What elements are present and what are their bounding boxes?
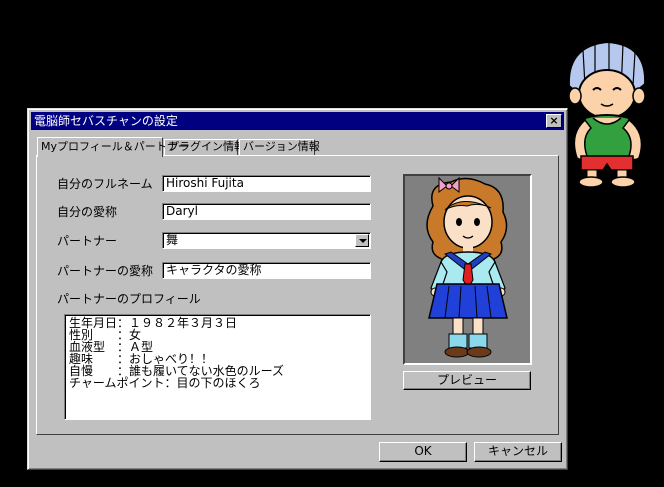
title-bar[interactable]: 電脳師セバスチャンの設定 × bbox=[31, 112, 564, 130]
sebastian-mascot-icon bbox=[567, 40, 647, 188]
tab-version-info[interactable]: バージョン情報 bbox=[239, 139, 320, 155]
profile-label: パートナーのプロフィール bbox=[57, 292, 201, 306]
partner-nickname-label: パートナーの愛称 bbox=[57, 264, 154, 278]
schoolgirl-portrait-icon bbox=[426, 176, 508, 358]
fullname-label: 自分のフルネーム bbox=[57, 177, 153, 191]
nickname-label: 自分の愛称 bbox=[57, 205, 118, 219]
fullname-field[interactable]: Hiroshi Fujita bbox=[162, 175, 371, 192]
partner-nickname-field[interactable]: キャラクタの愛称 bbox=[162, 262, 371, 279]
nickname-field[interactable]: Daryl bbox=[162, 203, 371, 220]
ok-button[interactable]: OK bbox=[379, 442, 467, 462]
partner-select-value: 舞 bbox=[166, 233, 179, 247]
settings-dialog: 電脳師セバスチャンの設定 × Myプロフィール＆パートナー プラグイン情報 バー… bbox=[27, 108, 568, 470]
window-title: 電脳師セバスチャンの設定 bbox=[34, 114, 178, 128]
profile-line: チャームポイント：目の下のほくろ bbox=[69, 376, 261, 390]
partner-label: パートナー bbox=[57, 234, 118, 248]
preview-button[interactable]: プレビュー bbox=[403, 371, 531, 390]
cancel-button[interactable]: キャンセル bbox=[474, 442, 562, 462]
profile-textarea[interactable]: 生年月日：１９８２年３月３日 性別 ：女 血液型 ：Ａ型 趣味 ：おしゃべり！！… bbox=[64, 314, 371, 420]
tab-my-profile[interactable]: Myプロフィール＆パートナー bbox=[37, 137, 189, 157]
chevron-down-icon[interactable] bbox=[355, 234, 369, 247]
close-button[interactable]: × bbox=[546, 114, 562, 128]
partner-portrait bbox=[403, 174, 532, 365]
partner-select[interactable]: 舞 bbox=[162, 232, 371, 249]
